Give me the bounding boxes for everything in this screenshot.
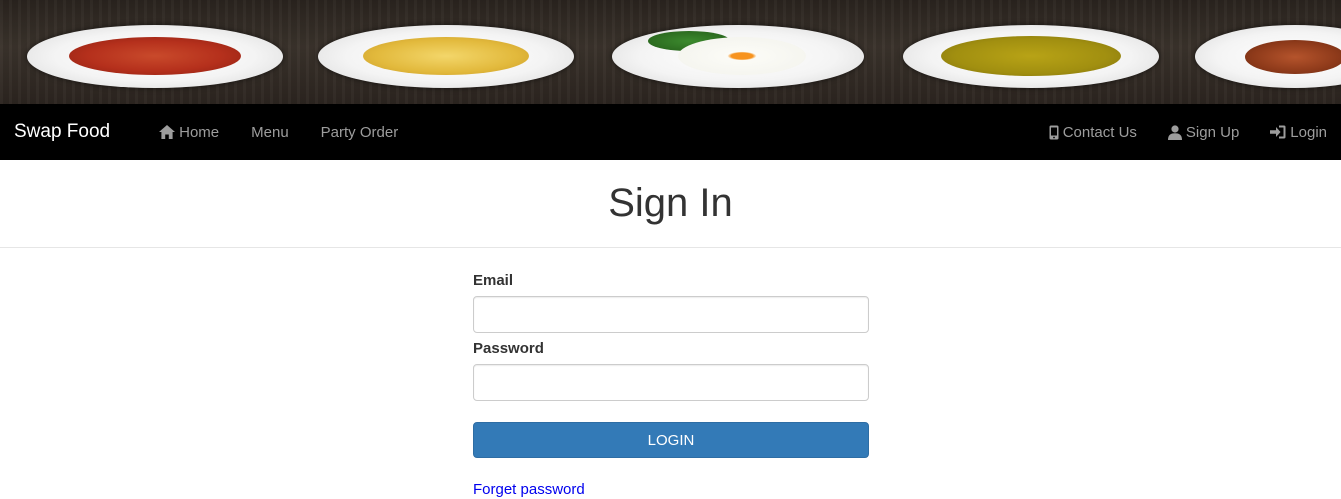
tomato-pasta-image — [69, 37, 241, 75]
email-field[interactable] — [473, 296, 869, 333]
fried-egg-image — [678, 37, 806, 75]
email-label: Email — [473, 272, 514, 289]
nav-home[interactable]: Home — [143, 104, 235, 160]
nav-home-label: Home — [179, 123, 220, 141]
nav-login[interactable]: Login — [1253, 104, 1341, 160]
nav-party-order[interactable]: Party Order — [305, 104, 415, 160]
login-form: Email Password LOGIN Forget password — [473, 272, 869, 498]
forget-password-link[interactable]: Forget password — [473, 481, 869, 498]
login-button[interactable]: LOGIN — [473, 422, 869, 458]
plate-meat — [1195, 25, 1341, 88]
phone-icon — [1049, 125, 1059, 140]
food-banner — [0, 0, 1341, 104]
plate-spaghetti — [318, 25, 574, 88]
soup-image — [941, 36, 1121, 76]
user-icon — [1167, 124, 1182, 140]
nav-contact-us[interactable]: Contact Us — [1032, 104, 1151, 160]
nav-sign-up-label: Sign Up — [1185, 123, 1240, 141]
plate-soup — [903, 25, 1159, 88]
home-icon — [159, 125, 176, 139]
nav-contact-us-label: Contact Us — [1062, 123, 1137, 141]
navbar-right-group: Contact Us Sign Up Login — [1032, 104, 1341, 160]
main-navbar: Swap Food Home Menu Party Order Contact … — [0, 104, 1341, 160]
password-field[interactable] — [473, 364, 869, 401]
login-icon — [1270, 125, 1286, 139]
nav-login-label: Login — [1290, 123, 1327, 141]
nav-menu[interactable]: Menu — [235, 104, 305, 160]
navbar-left-group: Swap Food Home Menu Party Order — [0, 104, 414, 160]
plate-egg — [612, 25, 864, 88]
page-header: Sign In — [0, 160, 1341, 248]
nav-sign-up[interactable]: Sign Up — [1151, 104, 1253, 160]
page-title: Sign In — [608, 181, 733, 225]
brand-logo[interactable]: Swap Food — [0, 121, 143, 143]
meat-dish-image — [1245, 40, 1341, 74]
password-label: Password — [473, 340, 544, 357]
plate-pasta-sauce — [27, 25, 283, 88]
spaghetti-image — [363, 37, 529, 75]
